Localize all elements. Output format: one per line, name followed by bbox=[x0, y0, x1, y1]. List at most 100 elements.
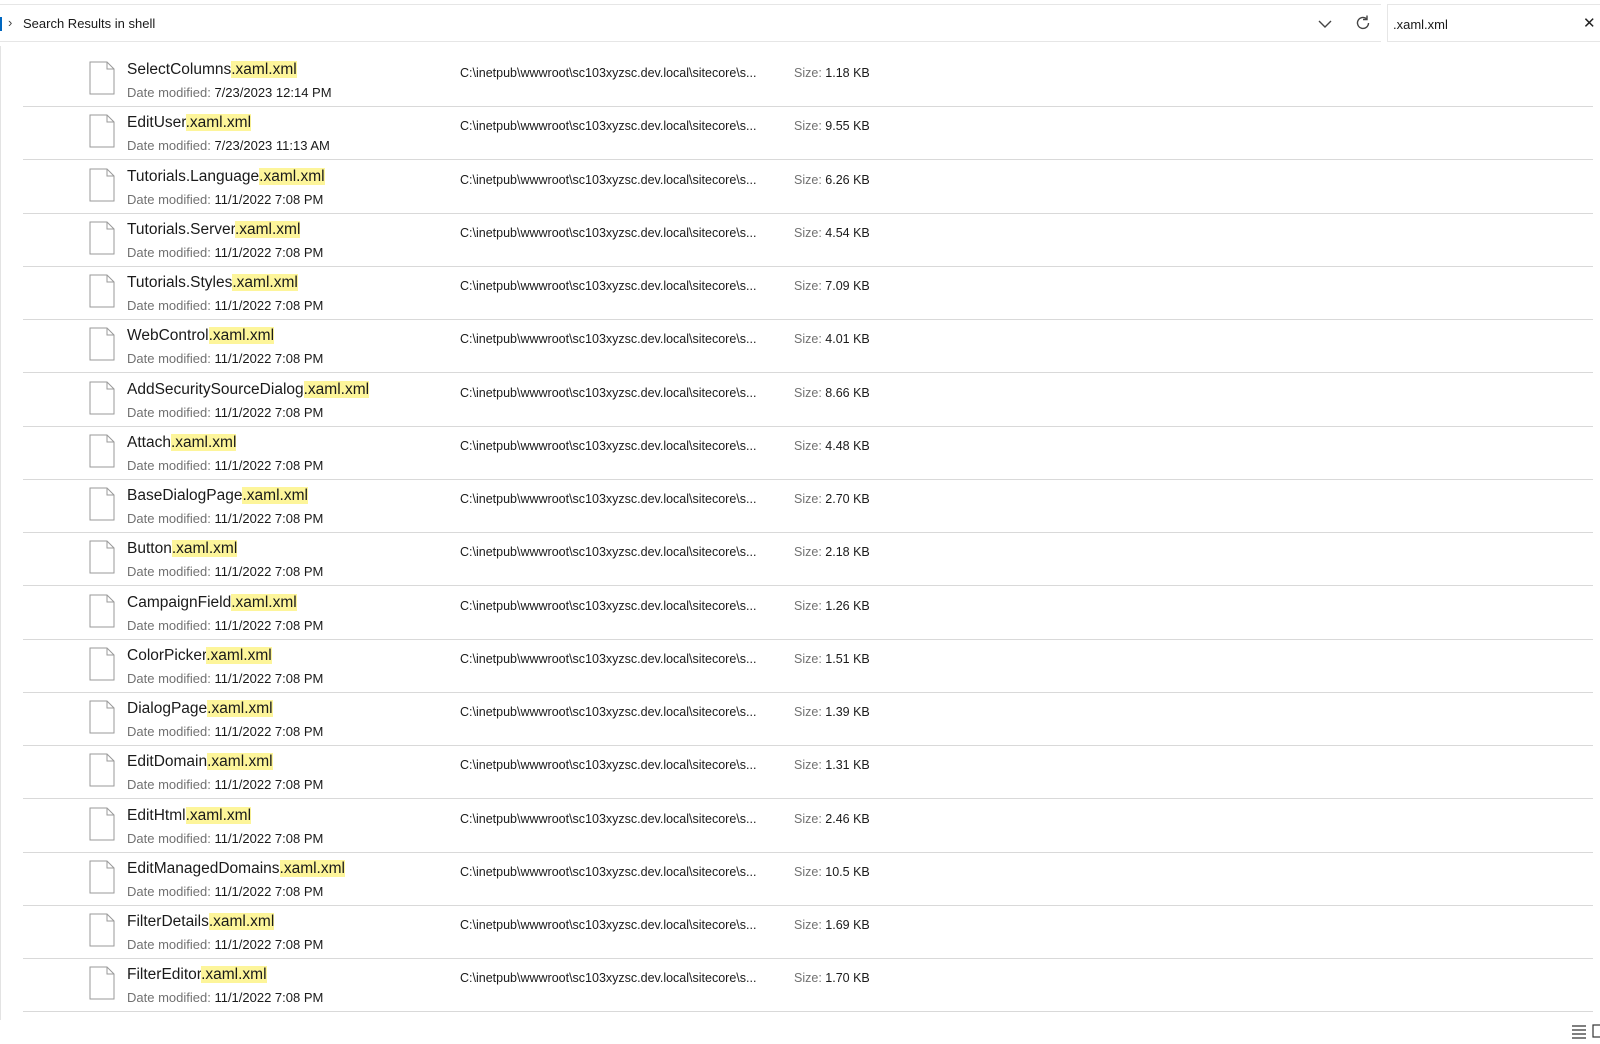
file-name[interactable]: CampaignField.xaml.xml bbox=[127, 593, 297, 612]
file-name[interactable]: Attach.xaml.xml bbox=[127, 433, 237, 452]
list-item[interactable]: Tutorials.Styles.xaml.xml Date modified: … bbox=[23, 266, 1593, 320]
list-item[interactable]: EditUser.xaml.xml Date modified: 7/23/202… bbox=[23, 106, 1593, 161]
date-modified-label: Date modified: bbox=[127, 298, 211, 313]
list-item[interactable]: Tutorials.Language.xaml.xml Date modified… bbox=[23, 160, 1593, 214]
file-name[interactable]: ColorPicker.xaml.xml bbox=[127, 646, 272, 665]
date-modified-label: Date modified: bbox=[127, 990, 211, 1006]
file-icon bbox=[89, 381, 115, 414]
file-icon bbox=[89, 860, 115, 894]
file-path: C:\inetpub\wwwroot\sc103xyzsc.dev.local\… bbox=[460, 332, 757, 347]
file-name-base: EditManagedDomains bbox=[127, 859, 280, 877]
close-icon[interactable]: ✕ bbox=[1583, 14, 1596, 32]
list-item[interactable]: Attach.xaml.xml Date modified: 11/1/2022 … bbox=[23, 426, 1593, 480]
list-item[interactable]: FilterDetails.xaml.xml Date modified: 11/… bbox=[23, 905, 1593, 959]
refresh-icon[interactable] bbox=[1352, 12, 1374, 34]
file-name-match-highlight: .xaml.xml bbox=[170, 433, 237, 451]
search-box[interactable]: .xaml.xml ✕ bbox=[1387, 4, 1600, 42]
file-name[interactable]: DialogPage.xaml.xml bbox=[127, 700, 273, 718]
date-modified: Date modified: 11/1/2022 7:08 PM bbox=[127, 618, 323, 633]
address-path-label[interactable]: Search Results in shell bbox=[23, 16, 155, 31]
date-modified: Date modified: 11/1/2022 7:08 PM bbox=[127, 298, 323, 313]
file-name[interactable]: Tutorials.Language.xaml.xml bbox=[127, 167, 325, 186]
file-name[interactable]: EditManagedDomains.xaml.xml bbox=[127, 859, 345, 878]
file-name[interactable]: EditUser.xaml.xml bbox=[127, 114, 252, 132]
file-size: Size: 1.69 KB bbox=[794, 918, 870, 932]
date-modified-value: 11/1/2022 7:08 PM bbox=[214, 777, 324, 793]
list-item[interactable]: SelectColumns.xaml.xml Date modified: 7/2… bbox=[23, 53, 1593, 107]
tiles-view-icon[interactable] bbox=[1592, 1022, 1600, 1040]
file-path: C:\inetpub\wwwroot\sc103xyzsc.dev.local\… bbox=[460, 971, 757, 986]
file-name-base: EditHtml bbox=[127, 806, 186, 824]
list-item[interactable]: EditDomain.xaml.xml Date modified: 11/1/2… bbox=[23, 745, 1593, 800]
date-modified: Date modified: 7/23/2023 11:13 AM bbox=[127, 138, 330, 153]
size-label: Size: bbox=[794, 225, 822, 240]
file-path: C:\inetpub\wwwroot\sc103xyzsc.dev.local\… bbox=[460, 119, 757, 134]
file-size: Size: 2.70 KB bbox=[794, 492, 870, 506]
list-item[interactable]: CampaignField.xaml.xml Date modified: 11/… bbox=[23, 586, 1593, 640]
file-icon bbox=[89, 168, 115, 201]
list-item[interactable]: AddSecuritySourceDialog.xaml.xml Date mod… bbox=[23, 373, 1593, 427]
list-item[interactable]: WebControl.xaml.xml Date modified: 11/1/2… bbox=[23, 319, 1593, 374]
file-icon bbox=[89, 966, 115, 1000]
file-name-match-highlight: .xaml.xml bbox=[207, 700, 273, 717]
date-modified: Date modified: 11/1/2022 7:08 PM bbox=[127, 405, 323, 420]
file-size: Size: 10.5 KB bbox=[794, 865, 870, 879]
details-view-icon[interactable] bbox=[1570, 1022, 1588, 1040]
file-name[interactable]: EditHtml.xaml.xml bbox=[127, 806, 252, 825]
list-item[interactable]: Tutorials.Server.xaml.xml Date modified: … bbox=[23, 213, 1593, 267]
file-path: C:\inetpub\wwwroot\sc103xyzsc.dev.local\… bbox=[460, 279, 757, 293]
file-size: Size: 1.18 KB bbox=[794, 66, 870, 80]
file-name[interactable]: Tutorials.Server.xaml.xml bbox=[127, 220, 301, 239]
date-modified-value: 11/1/2022 7:08 PM bbox=[214, 298, 324, 313]
file-name-base: Tutorials.Server bbox=[127, 220, 235, 238]
file-name-base: FilterDetails bbox=[127, 913, 209, 930]
file-size: Size: 4.48 KB bbox=[794, 439, 870, 453]
file-path: C:\inetpub\wwwroot\sc103xyzsc.dev.local\… bbox=[460, 864, 757, 879]
file-name-base: Button bbox=[127, 540, 172, 558]
list-item[interactable]: BaseDialogPage.xaml.xml Date modified: 11… bbox=[23, 479, 1593, 533]
file-name[interactable]: SelectColumns.xaml.xml bbox=[127, 61, 297, 79]
date-modified-label: Date modified: bbox=[127, 670, 211, 686]
size-label: Size: bbox=[794, 811, 822, 826]
file-name[interactable]: Tutorials.Styles.xaml.xml bbox=[127, 274, 298, 292]
chevron-down-icon[interactable] bbox=[1314, 13, 1336, 35]
size-value: 4.48 KB bbox=[825, 438, 870, 453]
list-item[interactable]: FilterEditor.xaml.xml Date modified: 11/1… bbox=[23, 958, 1593, 1013]
search-input[interactable]: .xaml.xml bbox=[1393, 17, 1448, 32]
date-modified-label: Date modified: bbox=[127, 244, 211, 260]
date-modified-label: Date modified: bbox=[127, 351, 211, 367]
file-icon bbox=[89, 61, 115, 95]
size-value: 10.5 KB bbox=[825, 864, 870, 879]
size-label: Size: bbox=[794, 279, 822, 293]
file-name-base: FilterEditor bbox=[127, 966, 202, 984]
address-bar[interactable]: › Search Results in shell bbox=[0, 4, 1381, 42]
list-item[interactable]: EditHtml.xaml.xml Date modified: 11/1/202… bbox=[23, 799, 1593, 853]
file-name-match-highlight: .xaml.xml bbox=[201, 966, 267, 984]
chevron-right-icon[interactable]: › bbox=[8, 15, 12, 30]
list-item[interactable]: ColorPicker.xaml.xml Date modified: 11/1/… bbox=[23, 639, 1593, 693]
file-name[interactable]: BaseDialogPage.xaml.xml bbox=[127, 487, 308, 505]
file-name[interactable]: FilterEditor.xaml.xml bbox=[127, 966, 267, 984]
file-name[interactable]: EditDomain.xaml.xml bbox=[127, 753, 273, 771]
file-icon bbox=[89, 487, 115, 521]
file-name-match-highlight: .xaml.xml bbox=[208, 913, 275, 930]
size-label: Size: bbox=[794, 172, 822, 187]
file-name[interactable]: WebControl.xaml.xml bbox=[127, 327, 275, 345]
file-name[interactable]: FilterDetails.xaml.xml bbox=[127, 913, 275, 931]
file-name[interactable]: AddSecuritySourceDialog.xaml.xml bbox=[127, 380, 370, 399]
list-item[interactable]: EditManagedDomains.xaml.xml Date modified… bbox=[23, 852, 1593, 906]
date-modified-value: 11/1/2022 7:08 PM bbox=[214, 724, 324, 739]
date-modified-value: 11/1/2022 7:08 PM bbox=[214, 511, 324, 526]
file-name[interactable]: Button.xaml.xml bbox=[127, 540, 238, 558]
date-modified-value: 11/1/2022 7:08 PM bbox=[214, 670, 324, 686]
list-item[interactable]: DialogPage.xaml.xml Date modified: 11/1/2… bbox=[23, 692, 1593, 746]
file-size: Size: 2.46 KB bbox=[794, 812, 870, 826]
file-name-match-highlight: .xaml.xml bbox=[171, 540, 238, 558]
date-modified-label: Date modified: bbox=[127, 511, 211, 526]
size-value: 1.70 KB bbox=[825, 971, 870, 986]
list-item[interactable]: Button.xaml.xml Date modified: 11/1/2022 … bbox=[23, 532, 1593, 587]
file-name-base: DialogPage bbox=[127, 700, 208, 717]
size-label: Size: bbox=[794, 864, 822, 879]
date-modified-label: Date modified: bbox=[127, 617, 211, 633]
file-icon bbox=[89, 594, 115, 627]
